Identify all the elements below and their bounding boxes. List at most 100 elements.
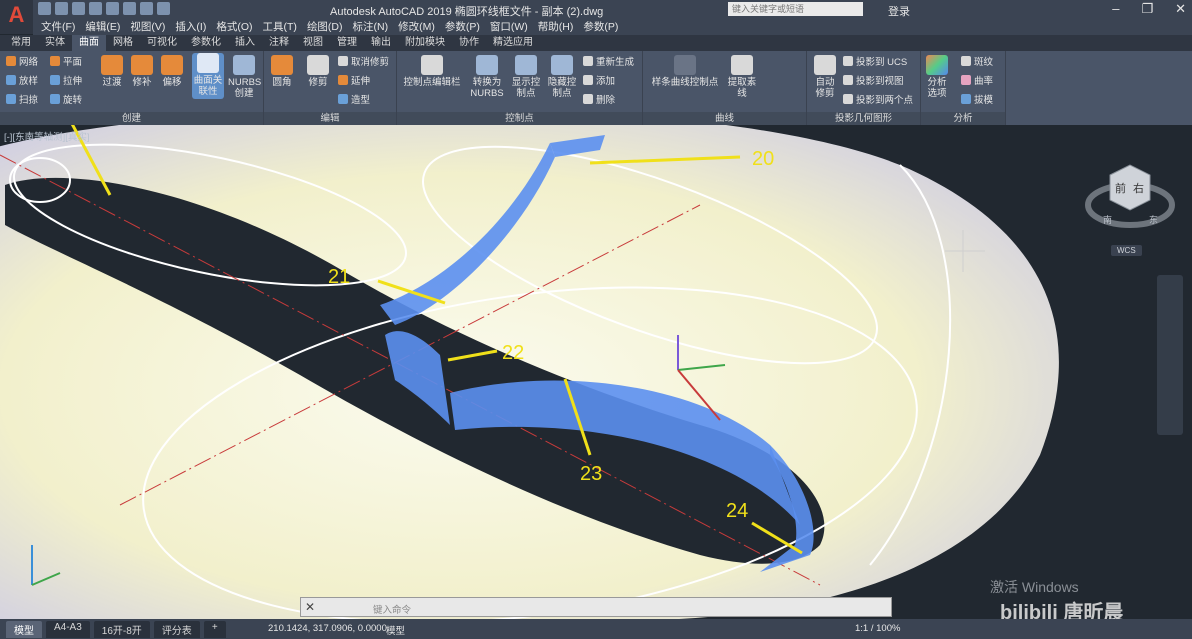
show-cv-button[interactable]: 显示控制点 [511,55,541,99]
panel-analysis: 分析选项 斑纹 曲率 拔模 分析 [921,51,1006,125]
viewport-label[interactable]: [-][东南等轴测][真实] [4,129,90,143]
drawing-viewport[interactable]: 20 21 22 23 24 [-][东南等轴测][真实] [0,125,1192,620]
model-canvas: 20 21 22 23 24 [0,125,1059,620]
command-input[interactable]: 键入命令 [373,602,411,616]
menu-item[interactable]: 标注(N) [353,19,389,35]
viewcube-right[interactable]: 右 [1133,181,1144,195]
layout-tab[interactable]: 评分表 [153,621,200,638]
save-as-icon[interactable] [89,2,102,15]
tab-addins[interactable]: 附加模块 [398,35,452,51]
rebuild-button[interactable]: 重新生成 [583,56,634,69]
convert-to-nurbs-button[interactable]: 转换为NURBS [469,55,505,99]
tab-manage[interactable]: 管理 [330,35,364,51]
command-line[interactable]: ✕ 键入命令 [300,597,892,617]
save-icon[interactable] [72,2,85,15]
network-button[interactable]: 网络 [6,56,38,69]
app-logo[interactable]: A [0,0,33,34]
loft-button[interactable]: 放样 [6,75,38,88]
plot-icon[interactable] [123,2,136,15]
project-two-points-button[interactable]: 投影到两个点 [843,94,913,107]
print-icon[interactable] [106,2,119,15]
tab-view[interactable]: 视图 [296,35,330,51]
menu-item[interactable]: 窗口(W) [490,19,528,35]
planar-button[interactable]: 平面 [50,56,82,69]
menu-item[interactable]: 编辑(E) [85,19,120,35]
tab-visualize[interactable]: 可视化 [140,35,184,51]
offset-button[interactable]: 偏移 [158,55,186,88]
auto-trim-button[interactable]: 自动修剪 [811,55,839,99]
extend-button[interactable]: 延伸 [338,75,370,88]
patch-button[interactable]: 修补 [128,55,156,88]
hide-cv-button[interactable]: 隐藏控制点 [547,55,577,99]
viewcube[interactable]: 前 右 南 东 WCS [1085,155,1175,256]
window-controls: – ❐ ✕ [1112,1,1186,17]
annotation-24: 24 [726,500,748,522]
viewcube-east[interactable]: 东 [1149,214,1158,226]
trim-button[interactable]: 修剪 [304,55,332,88]
analysis-options-button[interactable]: 分析选项 [923,55,951,99]
close-icon[interactable]: ✕ [1175,1,1186,17]
tab-home[interactable]: 常用 [4,35,38,51]
menu-item[interactable]: 绘图(D) [307,19,343,35]
sweep-button[interactable]: 扫掠 [6,94,38,107]
menu-item[interactable]: 格式(O) [216,19,252,35]
nurbs-creation-button[interactable]: NURBS创建 [228,55,261,99]
layout-tab-model[interactable]: 模型 [6,621,42,638]
viewcube-front[interactable]: 前 [1115,181,1126,195]
annotation-scale[interactable]: 1:1 / 100% [855,623,900,634]
search-input[interactable]: 键入关键字或短语 [728,2,863,16]
viewcube-south[interactable]: 南 [1103,214,1112,226]
project-to-view-button[interactable]: 投影到视图 [843,75,904,88]
panel-label: 投影几何图形 [807,112,920,125]
wcs-dropdown[interactable]: WCS [1111,245,1142,256]
tab-collaborate[interactable]: 协作 [452,35,486,51]
menu-item[interactable]: 修改(M) [398,19,435,35]
layout-tab[interactable]: A4-A3 [46,621,90,638]
panel-create: 网络 平面 放样 拉伸 扫掠 旋转 过渡 修补 偏移 曲面关联性 NURBS创建… [0,51,264,125]
tab-solid[interactable]: 实体 [38,35,72,51]
untrim-button[interactable]: 取消修剪 [338,56,389,69]
tab-surface[interactable]: 曲面 [72,35,106,51]
extrude-button[interactable]: 拉伸 [50,75,82,88]
minimize-icon[interactable]: – [1112,1,1119,17]
remove-cv-button[interactable]: 删除 [583,94,615,107]
blend-button[interactable]: 过渡 [98,55,126,88]
maximize-icon[interactable]: ❐ [1141,1,1153,17]
menu-item[interactable]: 参数(P) [583,19,618,35]
add-cv-button[interactable]: 添加 [583,75,615,88]
tab-insert[interactable]: 插入 [228,35,262,51]
draft-button[interactable]: 拔模 [961,94,993,107]
tab-parametric[interactable]: 参数化 [184,35,228,51]
model-space-button[interactable]: 模型 [386,623,405,637]
sculpt-button[interactable]: 造型 [338,94,370,107]
menu-item[interactable]: 参数(P) [445,19,480,35]
undo-icon[interactable] [140,2,153,15]
menu-item[interactable]: 插入(I) [175,19,206,35]
login-button[interactable]: 登录 [888,3,910,19]
curvature-button[interactable]: 曲率 [961,75,993,88]
navigation-bar[interactable] [1157,275,1183,435]
close-icon[interactable]: ✕ [305,600,315,614]
cv-edit-bar-button[interactable]: 控制点编辑栏 [401,55,463,88]
tab-featured-apps[interactable]: 精选应用 [486,35,540,51]
add-layout-icon[interactable]: + [203,621,226,638]
spline-cv-button[interactable]: 样条曲线控制点 [649,55,721,88]
menu-item[interactable]: 帮助(H) [538,19,574,35]
surface-associativity-button[interactable]: 曲面关联性 [192,53,224,99]
extract-isolines-button[interactable]: 提取素线 [727,55,757,99]
menu-item[interactable]: 文件(F) [41,19,75,35]
coordinates-readout[interactable]: 210.1424, 317.0906, 0.0000 [268,623,387,634]
layout-tab[interactable]: 16开-8开 [93,621,150,638]
project-to-ucs-button[interactable]: 投影到 UCS [843,56,907,69]
redo-icon[interactable] [157,2,170,15]
open-file-icon[interactable] [55,2,68,15]
tab-mesh[interactable]: 网格 [106,35,140,51]
menu-item[interactable]: 工具(T) [263,19,297,35]
tab-output[interactable]: 输出 [364,35,398,51]
new-file-icon[interactable] [38,2,51,15]
revolve-button[interactable]: 旋转 [50,94,82,107]
tab-annotate[interactable]: 注释 [262,35,296,51]
zebra-button[interactable]: 斑纹 [961,56,993,69]
menu-item[interactable]: 视图(V) [130,19,165,35]
fillet-button[interactable]: 圆角 [268,55,296,88]
